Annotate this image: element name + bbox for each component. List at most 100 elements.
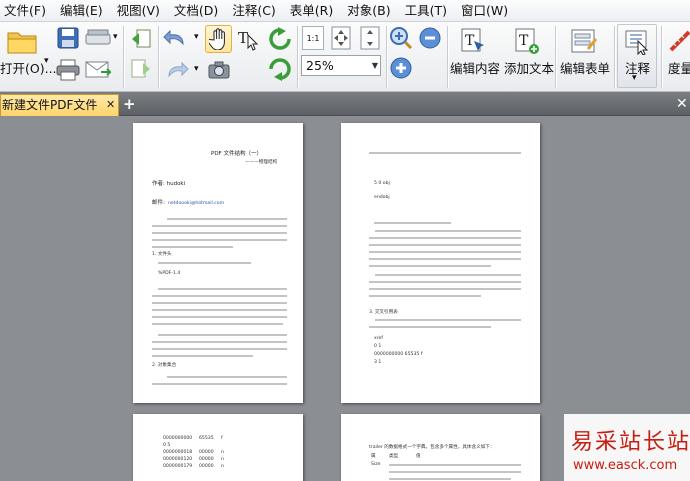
hand-icon xyxy=(208,28,225,50)
next-page-icon xyxy=(131,59,150,78)
open-button[interactable] xyxy=(4,26,40,56)
zoom-out-button[interactable] xyxy=(418,26,442,50)
table-cell: 0000000179 xyxy=(163,464,193,469)
new-tab-icon[interactable]: + xyxy=(123,95,136,113)
menu-object[interactable]: 对象(B) xyxy=(341,0,398,22)
add-text-button[interactable]: 添加文本 xyxy=(504,58,554,77)
annotation-label: 注释 xyxy=(625,61,651,76)
menu-bar: 文件(F) 编辑(E) 视图(V) 文档(D) 注释(C) 表单(R) 对象(B… xyxy=(0,0,690,22)
printer-icon xyxy=(56,59,80,81)
pdf-page-2: 5 0 obj endobj 3. 交叉引用表 xref 0 1 0000000… xyxy=(341,123,540,403)
table-cell: 65535 xyxy=(199,436,214,441)
edit-content-icon-button[interactable]: T xyxy=(460,26,486,56)
menu-document[interactable]: 文档(D) xyxy=(168,0,226,22)
snapshot-button[interactable] xyxy=(205,58,233,82)
watermark-url: www.easck.com xyxy=(573,458,678,473)
scan-dropdown-arrow[interactable]: ▾ xyxy=(113,32,118,42)
measure-tool-button[interactable] xyxy=(666,26,690,56)
close-icon[interactable]: ✕ xyxy=(106,98,115,112)
fit-width-icon xyxy=(360,26,380,50)
fit-page-icon xyxy=(331,26,351,50)
edit-form-button[interactable]: 编辑表单 xyxy=(560,58,610,77)
toolbar-separator xyxy=(297,26,298,88)
rotate-counterclockwise-icon xyxy=(269,58,291,81)
rotate-clockwise-icon xyxy=(269,27,291,50)
previous-page-icon xyxy=(132,29,151,48)
table-cell: 00000 xyxy=(199,464,214,469)
menu-file[interactable]: 文件(F) xyxy=(0,0,54,22)
actual-size-button[interactable]: 1:1 xyxy=(302,26,324,50)
scanner-icon xyxy=(85,29,111,45)
redo-icon xyxy=(168,61,189,78)
undo-dropdown-arrow[interactable]: ▾ xyxy=(194,32,199,42)
previous-page-button[interactable] xyxy=(129,28,153,50)
tab-document[interactable]: 新建文件PDF文件 ✕ xyxy=(0,94,119,116)
close-all-icon[interactable]: ✕ xyxy=(676,96,688,112)
menu-comment[interactable]: 注释(C) xyxy=(226,0,283,22)
redo-dropdown-arrow[interactable]: ▾ xyxy=(194,64,199,74)
toolbar-ribbon: 打开(O)... ▾ ▾ ▾ ▾ T 1:1 25% ▼ T 编辑内容 T 添加… xyxy=(0,22,690,92)
table-cell: n xyxy=(221,457,224,462)
table-cell: 0000000000 xyxy=(163,436,193,441)
add-text-icon: T xyxy=(515,28,539,54)
edit-content-button[interactable]: 编辑内容 xyxy=(450,58,500,77)
hand-tool-button[interactable] xyxy=(205,25,232,53)
undo-button[interactable] xyxy=(162,26,190,50)
annotation-dropdown-arrow[interactable]: ▾ xyxy=(632,73,637,83)
select-text-tool-button[interactable]: T xyxy=(234,25,261,53)
table-cell: 0000000018 xyxy=(163,450,193,455)
pdf-page-3: 0000000000 65535 f 0 5 0000000018 00000 … xyxy=(133,414,303,481)
chevron-down-icon: ▼ xyxy=(371,61,378,70)
fit-page-button[interactable] xyxy=(330,26,352,50)
pdf-page-1: PDF 文件结构（一） ———物理结构 作者: hudoki 邮件: netdo… xyxy=(133,123,303,403)
next-page-button[interactable] xyxy=(129,58,153,80)
rotate-left-button[interactable] xyxy=(267,56,293,82)
magnifier-zoom-in-icon xyxy=(390,27,413,50)
toolbar-separator xyxy=(614,26,615,88)
scan-button[interactable] xyxy=(84,26,112,50)
menu-tools[interactable]: 工具(T) xyxy=(399,0,455,22)
folder-icon xyxy=(7,32,37,54)
zoom-out-icon xyxy=(419,27,441,49)
undo-icon xyxy=(163,29,184,46)
save-button[interactable] xyxy=(56,26,80,50)
menu-form[interactable]: 表单(R) xyxy=(284,0,341,22)
annotation-tool-button[interactable] xyxy=(617,24,657,88)
save-icon xyxy=(57,27,79,49)
toolbar-separator xyxy=(123,26,124,88)
select-text-icon: T xyxy=(238,29,258,51)
page4-text-lines xyxy=(389,464,521,480)
svg-text:T: T xyxy=(238,29,248,47)
print-button[interactable] xyxy=(56,58,80,82)
email-button[interactable] xyxy=(84,58,112,82)
site-watermark: 易采站长站 www.easck.com xyxy=(564,414,690,481)
zoom-level-select[interactable]: 25% ▼ xyxy=(301,55,381,76)
zoom-in-button[interactable] xyxy=(389,56,413,80)
page1-text-lines xyxy=(152,218,287,385)
menu-edit[interactable]: 编辑(E) xyxy=(54,0,111,22)
table-cell: n xyxy=(221,450,224,455)
document-tab-bar: 新建文件PDF文件 ✕ + ✕ xyxy=(0,92,690,116)
table-cell: 0000000120 xyxy=(163,457,193,462)
edit-form-icon-button[interactable] xyxy=(570,26,598,56)
menu-view[interactable]: 视图(V) xyxy=(111,0,168,22)
redo-button[interactable] xyxy=(162,58,190,82)
zoom-level-value: 25% xyxy=(306,58,334,73)
watermark-title: 易采站长站 xyxy=(571,430,690,455)
svg-text:T: T xyxy=(465,33,475,49)
measure-label[interactable]: 度量 xyxy=(668,58,690,77)
table-cell: 00000 xyxy=(199,457,214,462)
zoom-in-tool-button[interactable] xyxy=(389,26,413,50)
rotate-right-button[interactable] xyxy=(267,26,293,52)
toolbar-separator xyxy=(386,26,387,88)
open-dropdown-arrow[interactable]: ▾ xyxy=(44,56,49,66)
menu-window[interactable]: 窗口(W) xyxy=(455,0,516,22)
ruler-icon xyxy=(669,30,690,52)
add-text-icon-button[interactable]: T xyxy=(514,26,540,56)
pdf-page-4: trailer 的数据格式一个字典，包含多个属性，具体含义如下： 属 类型 值 … xyxy=(341,414,540,481)
fit-width-button[interactable] xyxy=(359,26,381,50)
form-icon xyxy=(571,29,598,53)
table-cell: 0 5 xyxy=(163,443,171,448)
email-icon xyxy=(85,61,111,78)
toolbar-separator xyxy=(661,26,662,88)
